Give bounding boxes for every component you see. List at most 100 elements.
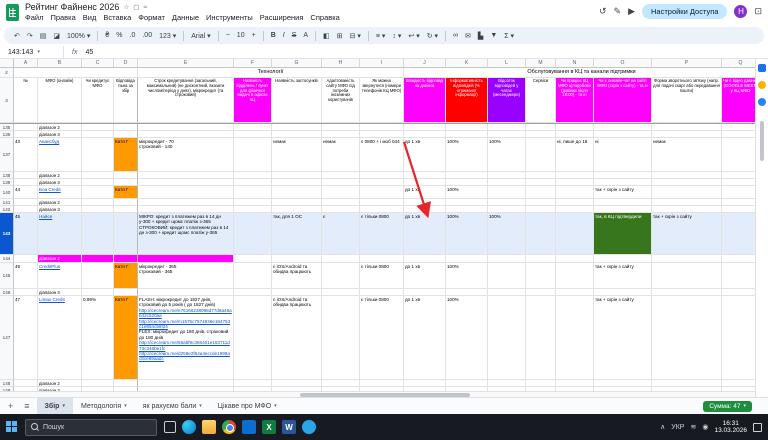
cell-H148[interactable] (322, 380, 360, 387)
cell-J148[interactable] (404, 380, 446, 387)
cell-G145[interactable]: є iOS/Android та обидва працюють (272, 263, 322, 289)
cell-K146[interactable] (446, 289, 488, 296)
vertical-align-button[interactable]: ↕ ▾ (390, 32, 403, 40)
cell-N136[interactable] (556, 131, 594, 138)
cell-G141[interactable] (272, 199, 322, 206)
cell-L143[interactable]: 100% (488, 213, 526, 255)
borders-button[interactable]: ⊞ (335, 32, 345, 40)
decimal-increase-button[interactable]: .00 (140, 32, 154, 39)
paint-format-button[interactable]: ◪ (51, 32, 62, 40)
store-icon[interactable] (242, 420, 256, 434)
row-header-3[interactable]: 3 (0, 78, 14, 123)
cell-G137[interactable]: немає (272, 138, 322, 172)
excel-icon[interactable]: X (262, 420, 276, 434)
move-folder-icon[interactable]: ▢ (133, 3, 139, 11)
cell-J139[interactable] (404, 179, 446, 186)
cell-O138[interactable] (594, 172, 652, 179)
cell-B137[interactable]: Авансбуд (38, 138, 82, 172)
column-header-I[interactable]: I (360, 59, 404, 68)
row-header-146[interactable]: 146 (0, 289, 14, 296)
cell-K135[interactable] (446, 124, 488, 131)
menu-item-1[interactable]: Файл (25, 13, 43, 22)
taskbar-search[interactable]: Пошук (25, 419, 157, 436)
cell-P138[interactable] (652, 172, 722, 179)
insert-link-button[interactable]: ∞ (451, 32, 460, 39)
cell-A144[interactable] (14, 255, 38, 263)
column-header-N[interactable]: N (556, 59, 594, 68)
cell-I141[interactable] (360, 199, 404, 206)
edge-icon[interactable] (182, 420, 196, 434)
all-sheets-button[interactable]: ≡ (20, 401, 33, 411)
cell-link[interactable]: http://icecream.me/m1575c7574936e184753c… (139, 319, 232, 330)
cell-G147[interactable]: є iOS/Android та обидва працюють (272, 296, 322, 380)
cell-I147[interactable]: є тільки 0800 (360, 296, 404, 380)
cell-A147[interactable]: 47 (14, 296, 38, 380)
cell-E141[interactable] (138, 199, 234, 206)
cell-B140[interactable]: Боа Credit (38, 186, 82, 199)
cell-K140[interactable]: 100% (446, 186, 488, 199)
create-filter-button[interactable]: ▼ (488, 32, 499, 39)
currency-format-button[interactable]: ₴ (103, 32, 111, 39)
cell-O148[interactable] (594, 380, 652, 387)
cell-O146[interactable] (594, 289, 652, 296)
italic-button[interactable]: I (281, 32, 287, 39)
cell-B135[interactable]: діапазон 2 (38, 124, 82, 131)
cell-P141[interactable] (652, 199, 722, 206)
cell-D147[interactable]: Катя Г (114, 296, 138, 380)
cell-L140[interactable] (488, 186, 526, 199)
cell-B144[interactable]: діапазон 2 (38, 255, 82, 263)
cell-P142[interactable] (652, 206, 722, 213)
select-all-corner[interactable] (0, 59, 14, 68)
task-view-icon[interactable] (164, 421, 176, 433)
row-header-144[interactable]: 144 (0, 255, 14, 263)
cell-B139[interactable]: діапазон 3 (38, 179, 82, 186)
meet-icon[interactable]: ▶ (628, 6, 635, 17)
decimal-decrease-button[interactable]: .0 (128, 32, 138, 39)
cell-G148[interactable] (272, 380, 322, 387)
cell-I145[interactable]: є тільки 0800 (360, 263, 404, 289)
cell-N137[interactable]: ні, пише до 18 (556, 138, 594, 172)
cell-E143[interactable]: МІКРО: кредит з платежем раз в 14 дн у-3… (138, 213, 234, 255)
cell-C144[interactable] (82, 255, 114, 263)
cell-P140[interactable] (652, 186, 722, 199)
cell-I137[interactable]: є 0800 + і моб 044 (360, 138, 404, 172)
sheet-tab-2[interactable]: Методологія▾ (73, 398, 135, 414)
cell-F138[interactable] (234, 172, 272, 179)
cell-F146[interactable] (234, 289, 272, 296)
menu-item-2[interactable]: Правка (50, 13, 75, 22)
document-title[interactable]: Рейтинг Файненс 2026 (25, 2, 119, 12)
cell-H146[interactable] (322, 289, 360, 296)
row-header-141[interactable]: 141 (0, 199, 14, 206)
row-header-145[interactable]: 145 (0, 263, 14, 289)
cell-J135[interactable] (404, 124, 446, 131)
cell-L148[interactable] (488, 380, 526, 387)
cell-D140[interactable]: Катя Г (114, 186, 138, 199)
cell-J145[interactable]: до 1 хв (404, 263, 446, 289)
cell-M138[interactable] (526, 172, 556, 179)
cell-M136[interactable] (526, 131, 556, 138)
merge-cells-button[interactable]: ⊟ ▾ (348, 32, 363, 40)
start-button-icon[interactable] (6, 421, 18, 433)
cell-F137[interactable] (234, 138, 272, 172)
cell-E138[interactable] (138, 172, 234, 179)
cell-O141[interactable] (594, 199, 652, 206)
cell-I135[interactable] (360, 124, 404, 131)
cell-C140[interactable] (82, 186, 114, 199)
cell-F139[interactable] (234, 179, 272, 186)
column-header-F[interactable]: F (234, 59, 272, 68)
functions-button[interactable]: Σ ▾ (502, 32, 516, 40)
cell-M141[interactable] (526, 199, 556, 206)
cell-D136[interactable] (114, 131, 138, 138)
insert-chart-button[interactable]: ▙ (476, 32, 485, 40)
tasks-icon[interactable] (758, 98, 766, 106)
cell-B141[interactable]: діапазон 2 (38, 199, 82, 206)
row-header-143[interactable]: 143 (0, 213, 14, 255)
cell-N144[interactable] (556, 255, 594, 263)
cell-F135[interactable] (234, 124, 272, 131)
cell-H141[interactable] (322, 199, 360, 206)
cell-A136[interactable] (14, 131, 38, 138)
cell-F143[interactable] (234, 213, 272, 255)
share-button[interactable]: Настройки Доступа (642, 4, 727, 19)
language-indicator[interactable]: УКР (671, 424, 684, 431)
cell-M142[interactable] (526, 206, 556, 213)
